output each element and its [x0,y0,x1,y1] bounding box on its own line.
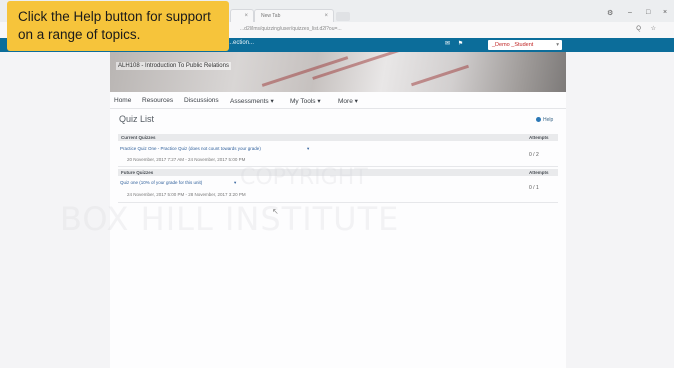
attempts-header: Attempts [529,170,549,175]
quiz-dates: 20 November, 2017 7:27 AM - 24 November,… [127,157,246,162]
notification-icon[interactable]: ✉ ⚑ [445,40,466,47]
chevron-down-icon[interactable]: ▾ [234,180,236,186]
minimize-button[interactable]: – [628,9,632,16]
help-label: Help [543,117,554,123]
chevron-down-icon[interactable]: ▾ [307,146,309,152]
quiz-dates: 24 November, 2017 5:00 PM - 28 November,… [127,192,246,197]
course-page: ALH108 - Introduction To Public Relation… [110,52,566,368]
banner-decoration [312,52,418,80]
bookmark-icon[interactable]: Q ☆ [636,25,660,32]
nav-discussions[interactable]: Discussions [184,97,219,104]
org-selector[interactable]: ...ection... [228,40,254,46]
row-divider [118,166,558,167]
course-title[interactable]: ALH108 - Introduction To Public Relation… [116,62,231,70]
row-divider [118,202,558,203]
user-menu[interactable]: _Demo _Student ▾ [488,40,562,50]
course-banner: ALH108 - Introduction To Public Relation… [110,52,566,92]
banner-decoration [411,64,469,87]
course-navbar: Home Resources Discussions Assessments ▾… [110,94,566,109]
url-text[interactable]: ...d2l/lms/quizzing/user/quizzes_list.d2… [240,26,342,32]
chevron-down-icon: ▾ [556,42,559,48]
help-icon [536,117,541,122]
browser-tab-active[interactable]: × [230,9,254,22]
page-title: Quiz List [119,114,155,124]
browser-tab-title: New Tab [261,13,281,19]
section-title: Future Quizzes [121,170,154,175]
nav-more[interactable]: More ▾ [338,97,358,105]
section-title: Current Quizzes [121,135,156,140]
nav-resources[interactable]: Resources [142,97,173,104]
callout-text: Click the Help button for support on a r… [18,9,211,42]
nav-assessments[interactable]: Assessments ▾ [230,97,274,105]
maximize-button[interactable]: □ [646,9,650,16]
help-button[interactable]: Help [536,117,553,123]
section-header-future: Future Quizzes Attempts [118,169,558,176]
quiz-link[interactable]: Quiz one (10% of your grade for this uni… [120,180,202,185]
user-name: _Demo _Student [492,42,534,48]
nav-my-tools[interactable]: My Tools ▾ [290,97,321,105]
section-header-current: Current Quizzes Attempts [118,134,558,141]
mouse-cursor-icon: ↖ [272,207,279,216]
quiz-link[interactable]: Practice Quiz One - Practice Quiz (does … [120,146,261,151]
close-window-button[interactable]: × [663,9,667,16]
new-tab-button[interactable] [336,12,350,21]
attempts-header: Attempts [529,135,549,140]
quiz-attempts: 0 / 1 [529,185,539,191]
quiz-attempts: 0 / 2 [529,152,539,158]
tutorial-callout: Click the Help button for support on a r… [7,1,229,51]
browser-tab-new[interactable]: New Tab × [254,9,334,22]
settings-icon[interactable]: ⚙ [607,9,613,17]
nav-home[interactable]: Home [114,97,131,104]
